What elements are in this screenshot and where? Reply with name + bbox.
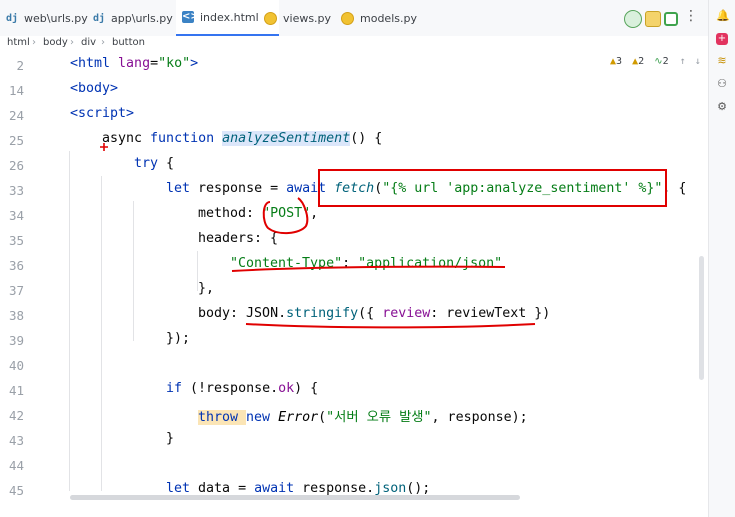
django-icon: dj: [6, 12, 19, 24]
vertical-scrollbar[interactable]: [699, 256, 704, 380]
chevron-right-icon: ›: [32, 37, 36, 48]
annotation-underline: [245, 323, 536, 329]
ai-assistant-icon[interactable]: ⚇: [716, 78, 728, 90]
annotation-overlay: [100, 143, 667, 329]
chevron-right-icon: ›: [101, 37, 105, 48]
tab-label: models.py: [360, 11, 417, 25]
python-file-icon: [341, 11, 354, 25]
breadcrumb: html › body › div › button: [0, 36, 708, 52]
right-tool-strip: 🔔 + ≋ ⚇ ⚙: [708, 0, 735, 517]
breadcrumb-body[interactable]: body: [43, 37, 68, 48]
preview-icon[interactable]: [664, 12, 678, 26]
plugin-icon[interactable]: +: [716, 33, 728, 45]
tab-label: views.py: [283, 11, 332, 25]
tab-web-urls[interactable]: dj web\urls.py: [6, 0, 88, 36]
more-options-icon[interactable]: ⋮: [684, 8, 698, 24]
django-icon: dj: [93, 12, 106, 24]
tab-models[interactable]: models.py: [341, 0, 417, 36]
breadcrumb-html[interactable]: html: [7, 37, 30, 48]
annotation-cursor-mark: [100, 143, 108, 151]
tab-app-urls[interactable]: dj app\urls.py: [93, 0, 173, 36]
annotation-underline: [231, 265, 506, 272]
horizontal-scrollbar[interactable]: [70, 495, 520, 500]
tab-label: web\urls.py: [24, 11, 88, 25]
device-manager-icon[interactable]: ⚙: [716, 101, 728, 113]
tab-views[interactable]: views.py: [264, 0, 331, 36]
code-editor[interactable]: 2 14 24 25 26 33 34 35 36 37 38 39 40 41…: [0, 52, 708, 517]
tab-label: app\urls.py: [111, 11, 173, 25]
chevron-right-icon: ›: [70, 37, 74, 48]
breadcrumb-div[interactable]: div: [81, 37, 96, 48]
tab-label: index.html: [200, 10, 259, 24]
html-file-icon: <>: [182, 11, 199, 23]
editor-tab-bar: dj web\urls.py dj app\urls.py <> index.h…: [0, 0, 708, 37]
python-file-icon: [264, 11, 277, 25]
notifications-icon[interactable]: 🔔: [716, 10, 730, 22]
breadcrumb-button[interactable]: button: [112, 37, 145, 48]
annotation-box: [318, 169, 667, 207]
layout-icon[interactable]: [645, 11, 661, 27]
database-icon[interactable]: ≋: [716, 55, 728, 67]
code-with-me-icon[interactable]: [624, 10, 642, 28]
annotation-circle: [262, 197, 309, 234]
